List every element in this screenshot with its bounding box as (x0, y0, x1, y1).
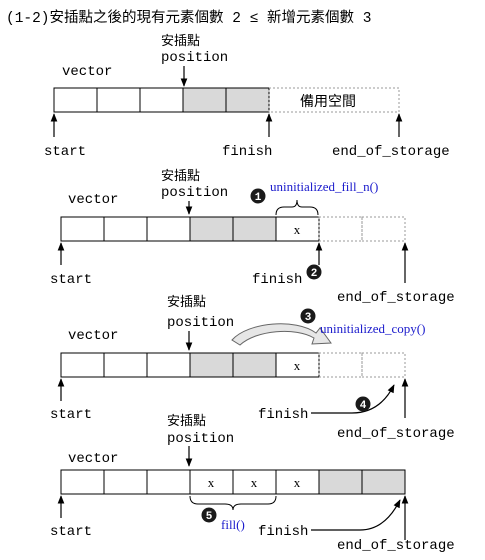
fill-brace (189, 495, 277, 511)
position-cjk-label: 安插點 (167, 414, 206, 429)
cell (103, 352, 148, 378)
cell (146, 216, 191, 242)
step-number: 2 (311, 268, 318, 280)
position-label: position (161, 50, 228, 66)
position-cjk-label: 安插點 (161, 34, 200, 49)
end-of-storage-label: end_of_storage (337, 538, 455, 554)
cell (53, 87, 98, 113)
vector-label: vector (68, 451, 118, 467)
position-cjk-label: 安插點 (167, 295, 206, 310)
fill-brace (275, 199, 319, 216)
finish-label: finish (258, 407, 308, 423)
position-cjk-label: 安插點 (161, 169, 200, 184)
spare-cell (361, 216, 406, 242)
step-number: 3 (305, 312, 312, 324)
cell (60, 216, 105, 242)
vector-label: vector (68, 328, 118, 344)
cell-shaded (361, 469, 406, 495)
cell-x: x (208, 475, 215, 490)
finish-arrow (311, 499, 401, 531)
end-of-storage-label: end_of_storage (337, 290, 455, 306)
spare-cell (361, 352, 406, 378)
uninitialized-copy-label: uninitialized_copy() (320, 321, 425, 336)
cell (60, 352, 105, 378)
cell-shaded (232, 352, 277, 378)
step-number: 4 (360, 400, 367, 412)
cell (139, 87, 184, 113)
cell (60, 469, 105, 495)
step-number: 5 (206, 511, 213, 523)
finish-label: finish (222, 144, 272, 160)
cell-x: x (251, 475, 258, 490)
vector-label: vector (62, 64, 112, 80)
end-of-storage-label: end_of_storage (337, 426, 455, 442)
cell-shaded (318, 469, 363, 495)
step-number: 1 (255, 192, 262, 204)
start-label: start (50, 272, 92, 288)
cell-shaded (189, 352, 234, 378)
finish-label: finish (252, 272, 302, 288)
panel-3: vector 安插點 position 3 uninitialized_copy… (50, 295, 455, 442)
uninitialized-fill-n-label: uninitialized_fill_n() (270, 179, 378, 194)
vector-insert-diagram: (1-2)安插點之後的現有元素個數 2 ≤ 新增元素個數 3 vector 安插… (6, 9, 455, 554)
cell-x: x (294, 475, 301, 490)
cell-shaded (225, 87, 270, 113)
end-of-storage-label: end_of_storage (332, 144, 450, 160)
cell-shaded (232, 216, 277, 242)
cell (146, 469, 191, 495)
position-label: position (167, 431, 234, 447)
panel-1: vector 安插點 position 備用空間 start finish en… (44, 34, 450, 160)
spare-cell (318, 352, 363, 378)
position-label: position (161, 185, 228, 201)
fill-label: fill() (221, 517, 245, 532)
finish-arrow (311, 384, 395, 414)
start-label: start (50, 407, 92, 423)
diagram-title: (1-2)安插點之後的現有元素個數 2 ≤ 新增元素個數 3 (6, 9, 371, 27)
cell-shaded (189, 216, 234, 242)
position-label: position (167, 315, 234, 331)
spare-cell (318, 216, 363, 242)
cell (96, 87, 141, 113)
spare-space-label: 備用空間 (300, 94, 356, 110)
cell (103, 469, 148, 495)
cell (146, 352, 191, 378)
cell-x: x (294, 222, 301, 237)
start-label: start (44, 144, 86, 160)
vector-label: vector (68, 192, 118, 208)
cell-shaded (182, 87, 227, 113)
copy-arrow (231, 323, 332, 346)
cell (103, 216, 148, 242)
cell-x: x (294, 358, 301, 373)
finish-label: finish (258, 524, 308, 540)
panel-2: vector 安插點 position 1 uninitialized_fill… (50, 169, 455, 306)
start-label: start (50, 524, 92, 540)
